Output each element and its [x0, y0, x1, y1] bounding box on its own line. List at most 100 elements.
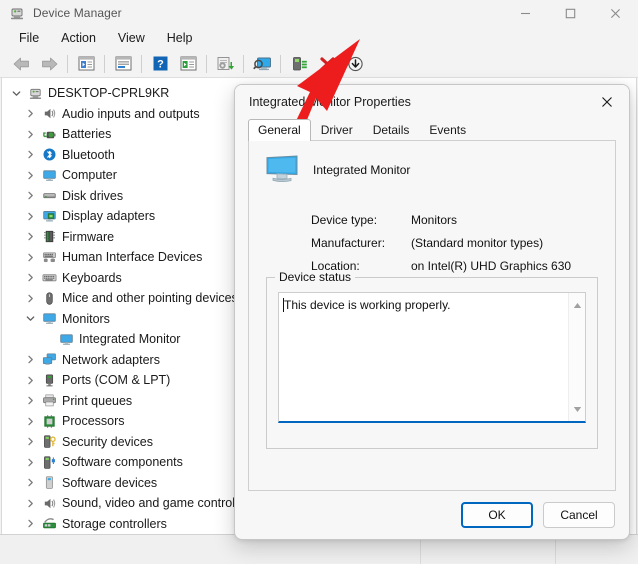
device-status-textbox[interactable]: This device is working properly. — [278, 292, 586, 423]
tree-root-label: DESKTOP-CPRL9KR — [45, 86, 169, 100]
menu-item-action[interactable]: Action — [50, 28, 107, 48]
text-caret — [283, 298, 284, 312]
forward-icon[interactable] — [35, 52, 63, 76]
toolbar-separator — [104, 55, 105, 73]
cancel-button[interactable]: Cancel — [543, 502, 615, 528]
port-icon — [39, 373, 59, 388]
general-tab-panel: Integrated Monitor Device type: Monitors… — [248, 140, 616, 491]
tab-general[interactable]: General — [248, 119, 311, 141]
software-component-icon — [39, 455, 59, 470]
ok-button[interactable]: OK — [461, 502, 533, 528]
location-value: on Intel(R) UHD Graphics 630 — [411, 259, 571, 273]
scroll-down-arrow-icon[interactable] — [573, 400, 582, 418]
chevron-right-icon[interactable] — [22, 150, 39, 159]
tree-item-label: Computer — [59, 168, 117, 182]
chevron-right-icon[interactable] — [22, 396, 39, 405]
install-legacy-hardware-icon[interactable] — [341, 52, 369, 76]
tree-item-label: Disk drives — [59, 189, 123, 203]
chevron-down-icon[interactable] — [8, 89, 25, 98]
device-type-label: Device type: — [311, 213, 411, 227]
tree-item-label: Print queues — [59, 394, 132, 408]
tree-item-label: Integrated Monitor — [76, 332, 180, 346]
tree-item-label: Batteries — [59, 127, 111, 141]
device-status-scrollbar[interactable] — [568, 293, 585, 421]
show-hide-action-pane-icon[interactable] — [174, 52, 202, 76]
update-driver-icon[interactable] — [211, 52, 239, 76]
tree-item-label: Network adapters — [59, 353, 160, 367]
help-icon[interactable]: ? — [146, 52, 174, 76]
menu-item-file[interactable]: File — [8, 28, 50, 48]
enable-device-icon[interactable] — [285, 52, 313, 76]
chevron-right-icon[interactable] — [22, 273, 39, 282]
toolbar-separator — [206, 55, 207, 73]
dialog-titlebar: Integrated Monitor Properties — [235, 85, 629, 118]
tree-item-label: Software components — [59, 455, 183, 469]
chevron-right-icon[interactable] — [22, 212, 39, 221]
uninstall-device-icon[interactable] — [313, 52, 341, 76]
chevron-down-icon[interactable] — [22, 314, 39, 323]
device-name: Integrated Monitor — [313, 155, 410, 177]
chevron-right-icon[interactable] — [22, 499, 39, 508]
show-hide-console-tree-icon[interactable] — [72, 52, 100, 76]
tree-item-label: Storage controllers — [59, 517, 167, 531]
device-manager-icon — [9, 5, 25, 21]
integrated-monitor-properties-dialog: Integrated Monitor Properties General Dr… — [234, 84, 630, 540]
properties-icon[interactable] — [109, 52, 137, 76]
maximize-button[interactable] — [548, 0, 593, 26]
tree-item-label: Monitors — [59, 312, 110, 326]
tab-driver[interactable]: Driver — [311, 119, 363, 141]
device-type-value: Monitors — [411, 213, 457, 227]
chevron-right-icon[interactable] — [22, 519, 39, 528]
device-info-table: Device type: Monitors Manufacturer: (Sta… — [249, 208, 615, 277]
firmware-chip-icon — [39, 229, 59, 244]
chevron-right-icon[interactable] — [22, 253, 39, 262]
scan-for-hardware-changes-icon[interactable] — [248, 52, 276, 76]
device-info-row: Device type: Monitors — [311, 208, 615, 231]
scroll-up-arrow-icon[interactable] — [573, 296, 582, 314]
chevron-right-icon[interactable] — [22, 376, 39, 385]
toolbar-separator — [141, 55, 142, 73]
chevron-right-icon[interactable] — [22, 232, 39, 241]
tree-item-label: Processors — [59, 414, 125, 428]
hid-icon — [39, 250, 59, 265]
chevron-right-icon[interactable] — [22, 130, 39, 139]
chevron-right-icon[interactable] — [22, 109, 39, 118]
chevron-right-icon[interactable] — [22, 355, 39, 364]
manufacturer-label: Manufacturer: — [311, 236, 411, 250]
dialog-title: Integrated Monitor Properties — [235, 95, 411, 109]
chevron-right-icon[interactable] — [22, 437, 39, 446]
device-info-row: Manufacturer: (Standard monitor types) — [311, 231, 615, 254]
software-device-icon — [39, 475, 59, 490]
speaker-icon — [39, 496, 59, 511]
chevron-right-icon[interactable] — [22, 191, 39, 200]
close-button[interactable] — [593, 0, 638, 26]
tree-item-label: Human Interface Devices — [59, 250, 202, 264]
computer-root-icon — [25, 86, 45, 101]
chevron-right-icon[interactable] — [22, 458, 39, 467]
tab-details[interactable]: Details — [363, 119, 420, 141]
dialog-close-button[interactable] — [585, 85, 629, 118]
monitor-icon — [39, 311, 59, 326]
tree-item-label: Mice and other pointing devices — [59, 291, 238, 305]
back-icon[interactable] — [7, 52, 35, 76]
monitor-icon — [56, 332, 76, 347]
chevron-right-icon[interactable] — [22, 478, 39, 487]
chevron-right-icon[interactable] — [22, 294, 39, 303]
tree-item-label: Keyboards — [59, 271, 122, 285]
tree-item-label: Bluetooth — [59, 148, 115, 162]
device-info-row: Location: on Intel(R) UHD Graphics 630 — [311, 254, 615, 277]
window-controls — [503, 0, 638, 26]
chevron-right-icon[interactable] — [22, 171, 39, 180]
menu-bar: File Action View Help — [0, 26, 638, 50]
toolbar-separator — [67, 55, 68, 73]
tree-item-label: Ports (COM & LPT) — [59, 373, 170, 387]
window-title: Device Manager — [33, 6, 122, 20]
tree-item-label: Firmware — [59, 230, 114, 244]
toolbar-separator — [280, 55, 281, 73]
minimize-button[interactable] — [503, 0, 548, 26]
chevron-right-icon[interactable] — [22, 417, 39, 426]
tab-events[interactable]: Events — [419, 119, 476, 141]
menu-item-view[interactable]: View — [107, 28, 156, 48]
device-status-message: This device is working properly. — [284, 298, 451, 312]
menu-item-help[interactable]: Help — [156, 28, 204, 48]
